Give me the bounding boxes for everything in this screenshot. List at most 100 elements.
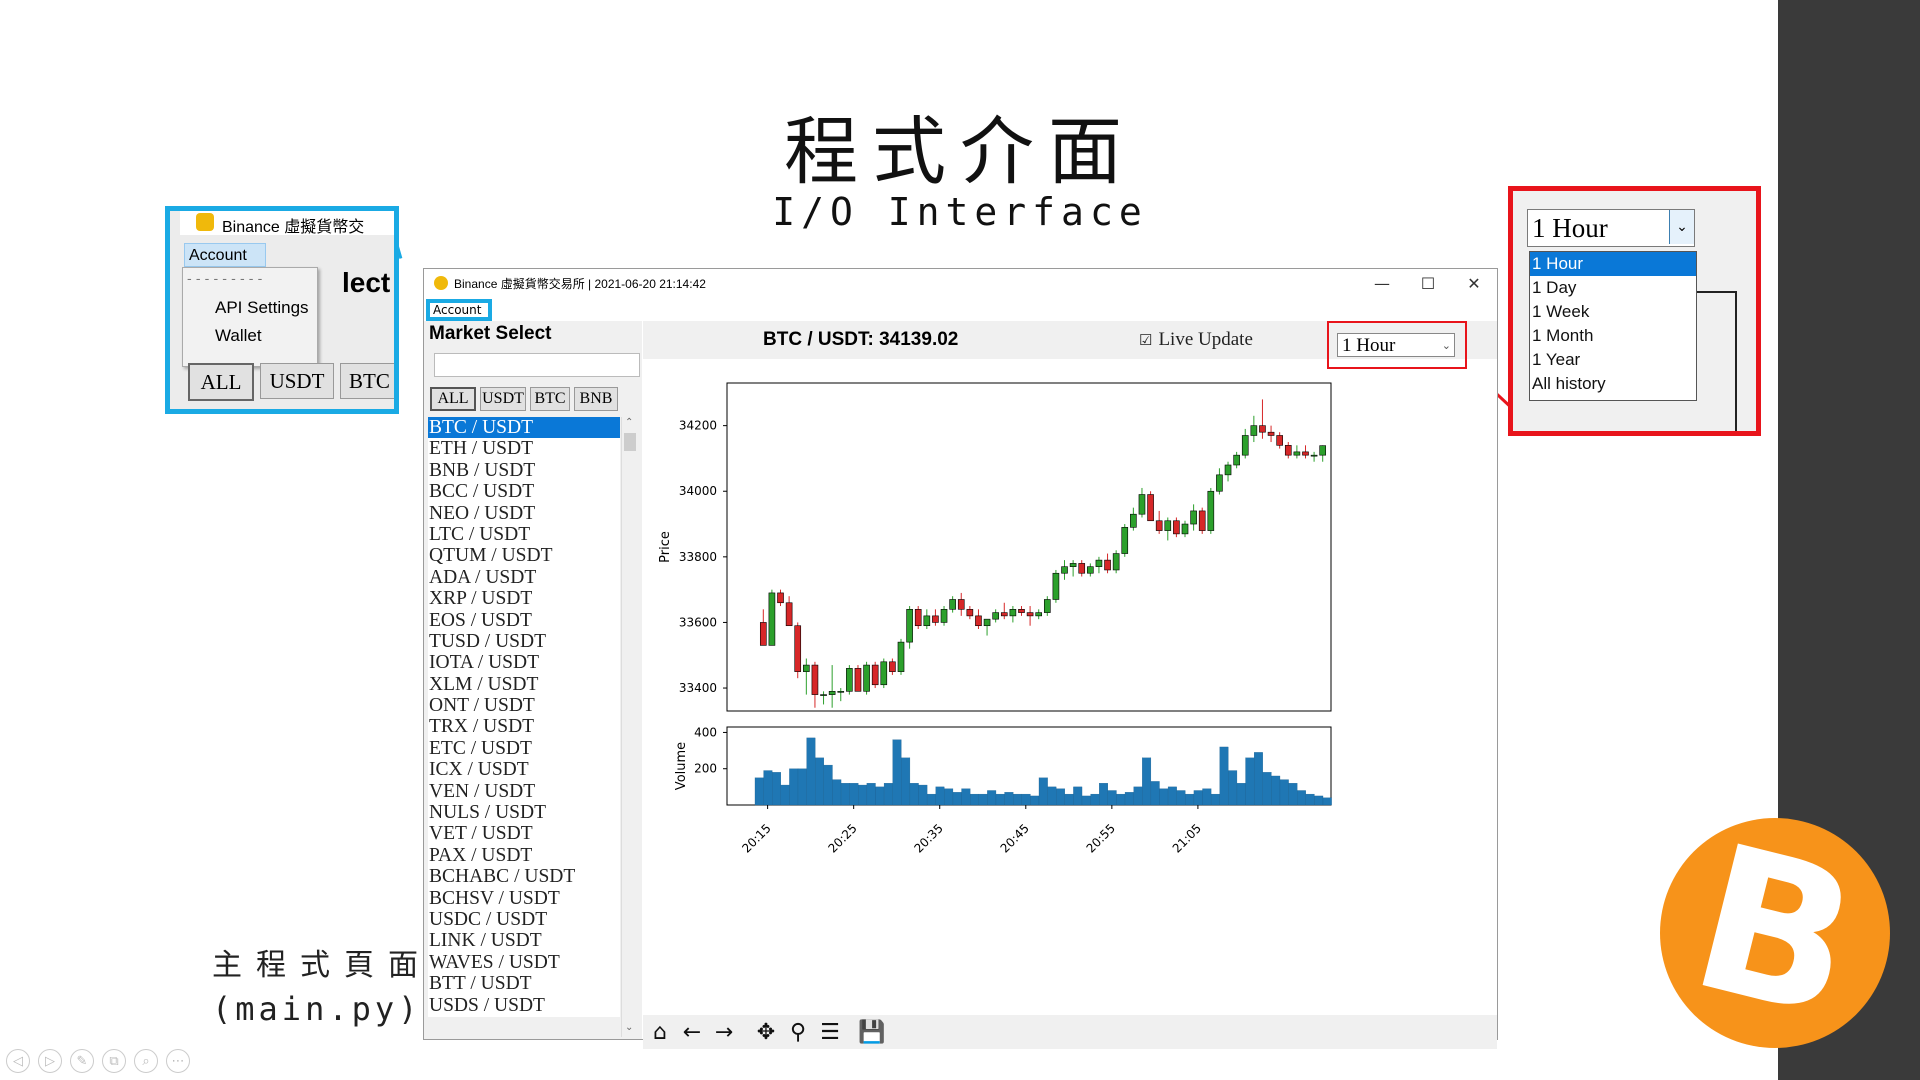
- filter-btc-button[interactable]: BTC: [340, 363, 394, 399]
- time-tick-label: 20:25: [825, 821, 859, 855]
- market-pair-item[interactable]: BTC / USDT: [428, 417, 620, 439]
- pair-list-scrollbar[interactable]: ⌃ ⌄: [621, 417, 639, 1037]
- volume-bar: [1099, 783, 1108, 806]
- volume-bar: [901, 757, 911, 806]
- timeframe-option[interactable]: 1 Month: [1530, 324, 1696, 348]
- candle-body: [983, 618, 991, 627]
- market-pair-item[interactable]: USDC / USDT: [428, 909, 620, 930]
- minimize-button[interactable]: —: [1359, 274, 1405, 293]
- market-pair-item[interactable]: PAX / USDT: [428, 845, 620, 866]
- candle-body: [880, 661, 888, 686]
- next-icon[interactable]: ▷: [38, 1049, 62, 1073]
- market-search-input[interactable]: [434, 353, 640, 377]
- filter-bnb-button[interactable]: BNB: [574, 387, 618, 411]
- chevron-down-icon[interactable]: ⌄: [1442, 334, 1451, 358]
- scroll-up-icon[interactable]: ⌃: [625, 417, 633, 428]
- more-icon[interactable]: ⋯: [166, 1049, 190, 1073]
- market-pair-item[interactable]: WAVES / USDT: [428, 952, 620, 973]
- market-pair-item[interactable]: USDS / USDT: [428, 995, 620, 1016]
- filter-all-button[interactable]: ALL: [188, 363, 254, 401]
- filter-all-button[interactable]: ALL: [430, 387, 476, 411]
- home-icon[interactable]: ⌂: [647, 1019, 673, 1045]
- market-pair-item[interactable]: BNB / USDT: [428, 460, 620, 481]
- copy-icon[interactable]: ⧉: [102, 1049, 126, 1073]
- zoom-icon[interactable]: ⚲: [785, 1019, 811, 1045]
- market-pair-item[interactable]: ADA / USDT: [428, 567, 620, 588]
- timeframe-option[interactable]: 1 Hour: [1530, 252, 1696, 276]
- pen-icon[interactable]: ✎: [70, 1049, 94, 1073]
- api-settings-menu-item[interactable]: API Settings: [215, 298, 309, 318]
- chevron-down-icon[interactable]: ⌄: [1669, 210, 1694, 244]
- market-pair-item[interactable]: BCHSV / USDT: [428, 888, 620, 909]
- timeframe-combobox[interactable]: 1 Hour ⌄: [1527, 209, 1695, 247]
- prev-icon[interactable]: ◁: [6, 1049, 30, 1073]
- zoom-icon[interactable]: ⌕: [134, 1049, 158, 1073]
- market-pair-list[interactable]: BTC / USDT ETH / USDT BNB / USDT BCC / USDT…: [428, 417, 620, 1017]
- timeframe-option[interactable]: 1 Year: [1530, 348, 1696, 372]
- market-pair-item[interactable]: VEN / USDT: [428, 781, 620, 802]
- maximize-button[interactable]: ☐: [1405, 274, 1451, 293]
- candle-body: [1259, 425, 1266, 433]
- timeframe-option[interactable]: 1 Week: [1530, 300, 1696, 324]
- account-menu[interactable]: Account: [184, 243, 266, 267]
- market-pair-item[interactable]: BTT / USDT: [428, 973, 620, 994]
- volume-bar: [840, 783, 850, 806]
- volume-bar: [815, 757, 824, 806]
- live-update-toggle[interactable]: ☑ Live Update: [1139, 329, 1253, 351]
- volume-bar: [909, 783, 919, 806]
- market-pair-item[interactable]: ONG / USDT: [428, 1016, 620, 1017]
- candle-body: [768, 592, 776, 646]
- volume-bar: [1176, 790, 1186, 806]
- candle-body: [957, 599, 965, 610]
- volume-bar: [1202, 788, 1212, 806]
- market-pair-item[interactable]: IOTA / USDT: [428, 652, 620, 673]
- candle-body: [1112, 553, 1120, 571]
- account-menu[interactable]: Account: [426, 299, 492, 321]
- volume-bar: [1193, 790, 1203, 806]
- configure-icon[interactable]: ☰: [817, 1019, 843, 1045]
- menu-tearoff-separator[interactable]: - - - - - - - - -: [187, 272, 262, 287]
- volume-bar: [1021, 793, 1031, 806]
- market-pair-item[interactable]: ICX / USDT: [428, 759, 620, 780]
- save-icon[interactable]: 💾: [858, 1019, 885, 1045]
- close-button[interactable]: ✕: [1451, 274, 1497, 293]
- market-pair-item[interactable]: TUSD / USDT: [428, 631, 620, 652]
- market-pair-item[interactable]: XLM / USDT: [428, 674, 620, 695]
- volume-bar: [1124, 792, 1134, 806]
- timeframe-option[interactable]: 1 Day: [1530, 276, 1696, 300]
- filter-btc-button[interactable]: BTC: [530, 387, 570, 411]
- market-pair-item[interactable]: ONT / USDT: [428, 695, 620, 716]
- market-pair-item[interactable]: QTUM / USDT: [428, 545, 620, 566]
- scroll-thumb[interactable]: [624, 433, 636, 451]
- market-pair-item[interactable]: BCC / USDT: [428, 481, 620, 502]
- market-pair-item[interactable]: BCHABC / USDT: [428, 866, 620, 887]
- market-pair-item[interactable]: LINK / USDT: [428, 930, 620, 951]
- market-pair-item[interactable]: NEO / USDT: [428, 503, 620, 524]
- price-axis-label: Price: [658, 531, 673, 563]
- market-pair-item[interactable]: XRP / USDT: [428, 588, 620, 609]
- pan-icon[interactable]: ✥: [753, 1019, 779, 1045]
- market-select-fragment: lect: [342, 267, 391, 298]
- market-pair-item[interactable]: TRX / USDT: [428, 716, 620, 737]
- wallet-menu-item[interactable]: Wallet: [215, 326, 262, 346]
- market-pair-item[interactable]: NULS / USDT: [428, 802, 620, 823]
- forward-icon[interactable]: →: [711, 1019, 737, 1045]
- filter-usdt-button[interactable]: USDT: [480, 387, 526, 411]
- market-pair-item[interactable]: ETH / USDT: [428, 438, 620, 459]
- volume-bar: [1159, 788, 1169, 806]
- market-pair-item[interactable]: ETC / USDT: [428, 738, 620, 759]
- scroll-down-icon[interactable]: ⌄: [625, 1022, 633, 1033]
- filter-usdt-button[interactable]: USDT: [260, 363, 334, 399]
- candle-body: [854, 668, 862, 692]
- timeframe-option[interactable]: All history: [1530, 372, 1696, 396]
- menubar: Account: [424, 297, 1497, 321]
- market-pair-item[interactable]: VET / USDT: [428, 823, 620, 844]
- market-pair-item[interactable]: EOS / USDT: [428, 610, 620, 631]
- timeframe-select[interactable]: 1 Hour ⌄: [1337, 333, 1455, 357]
- market-pair-item[interactable]: LTC / USDT: [428, 524, 620, 545]
- back-icon[interactable]: ←: [679, 1019, 705, 1045]
- volume-bar: [1167, 786, 1177, 806]
- checkbox-checked-icon[interactable]: ☑: [1139, 331, 1152, 350]
- volume-bar: [995, 793, 1005, 806]
- price-tick-label: 34200: [679, 419, 717, 433]
